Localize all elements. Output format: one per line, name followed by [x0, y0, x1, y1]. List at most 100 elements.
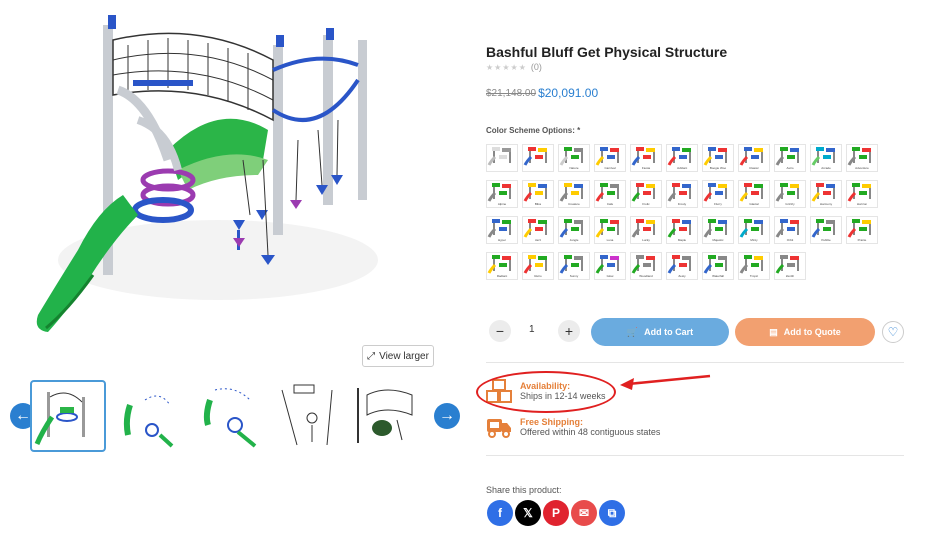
thumbnail-4[interactable] — [272, 380, 348, 452]
color-swatch[interactable]: Frolic — [630, 180, 662, 208]
color-swatch[interactable]: Zenith — [774, 252, 806, 280]
swatch-label: Adventure — [855, 166, 869, 170]
color-swatch[interactable]: Arcade — [810, 144, 842, 172]
arrow-right-icon[interactable]: → — [434, 403, 460, 429]
facebook-share-icon[interactable]: f — [487, 500, 513, 526]
color-swatch[interactable]: Nature — [558, 144, 590, 172]
color-swatch[interactable] — [486, 144, 518, 172]
swatch-label: Sunny — [569, 274, 579, 278]
color-swatch[interactable]: Flurry — [702, 180, 734, 208]
product-title: Bashful Bluff Get Physical Structure — [486, 44, 728, 60]
add-to-quote-label: Add to Quote — [783, 327, 841, 337]
thumbnail-3[interactable] — [190, 380, 266, 452]
swatch-thumbnail — [811, 147, 835, 166]
color-swatch[interactable] — [522, 144, 554, 172]
color-swatch[interactable]: Jungle — [558, 216, 590, 244]
color-swatch[interactable]: Sunny — [558, 252, 590, 280]
color-swatch[interactable]: Boogie Woo — [702, 144, 734, 172]
quantity-increase-button[interactable]: + — [558, 320, 580, 342]
swatch-thumbnail — [667, 147, 691, 166]
color-swatch[interactable]: Cafe — [594, 180, 626, 208]
swatch-thumbnail — [595, 255, 619, 274]
swatch-label: Waterfall — [712, 274, 724, 278]
swatch-thumbnail — [703, 255, 727, 274]
swatch-label: Luna — [606, 238, 614, 242]
color-swatch[interactable]: Prairie — [846, 216, 878, 244]
swatch-label: Jazz — [534, 238, 542, 242]
rating[interactable]: ★★★★★ (0) — [486, 62, 542, 72]
swatch-thumbnail — [631, 183, 655, 202]
color-swatch[interactable]: Zesty — [666, 252, 698, 280]
color-swatch[interactable]: Carnival — [594, 144, 626, 172]
color-swatch[interactable]: Woodland — [630, 252, 662, 280]
heart-icon: ♡ — [887, 325, 899, 339]
color-swatch[interactable]: Fiesta — [630, 144, 662, 172]
view-larger-button[interactable]: ⤢ View larger — [362, 345, 434, 367]
color-swatch[interactable]: Pebble — [810, 216, 842, 244]
color-swatch[interactable]: Bliss — [522, 180, 554, 208]
color-swatch[interactable]: Frosty — [666, 180, 698, 208]
color-swatch[interactable]: Jazz — [522, 216, 554, 244]
color-swatch[interactable]: Orbit — [774, 216, 806, 244]
divider — [486, 362, 904, 363]
add-to-quote-button[interactable]: ▤ Add to Quote — [735, 318, 875, 346]
color-swatch[interactable]: Horizon — [846, 180, 878, 208]
swatch-thumbnail — [775, 183, 799, 202]
color-swatch[interactable]: Hyper — [486, 216, 518, 244]
color-swatch[interactable]: Luna — [594, 216, 626, 244]
wishlist-button[interactable]: ♡ — [882, 321, 904, 343]
color-swatch[interactable]: Radiant — [486, 252, 518, 280]
swatch-thumbnail — [847, 219, 871, 238]
swatch-label: Jubilant — [676, 166, 688, 170]
color-swatch[interactable]: Creature — [558, 180, 590, 208]
swatch-label: Zesty — [678, 274, 686, 278]
swatch-thumbnail — [595, 183, 619, 202]
quantity-input[interactable]: 1 — [529, 324, 535, 335]
quantity-decrease-button[interactable]: − — [489, 320, 511, 342]
color-swatch[interactable]: Glow — [594, 252, 626, 280]
swatch-thumbnail — [559, 219, 583, 238]
swatch-label: Lucky — [642, 238, 650, 242]
pinterest-share-icon[interactable]: P — [543, 500, 569, 526]
swatch-thumbnail — [667, 219, 691, 238]
swatch-thumbnail — [739, 255, 763, 274]
color-swatch[interactable]: Grizzly — [774, 180, 806, 208]
color-swatch[interactable]: Adventure — [846, 144, 878, 172]
email-share-icon[interactable]: ✉ — [571, 500, 597, 526]
color-swatch[interactable]: Retro — [522, 252, 554, 280]
color-swatch[interactable]: Harmony — [810, 180, 842, 208]
swatch-label: Majestic — [712, 238, 724, 242]
product-main-image[interactable] — [18, 10, 438, 345]
copy-share-icon[interactable]: ⧉ — [599, 500, 625, 526]
color-swatch[interactable]: Minty — [738, 216, 770, 244]
swatch-label: Nature — [569, 166, 579, 170]
swatch-label: Bliss — [534, 202, 542, 206]
color-swatch[interactable]: Tropic — [738, 252, 770, 280]
cart-icon: 🛒 — [626, 326, 639, 337]
color-swatch[interactable]: Maple — [666, 216, 698, 244]
color-swatch[interactable]: Jubilant — [666, 144, 698, 172]
thumbnail-2[interactable] — [110, 380, 186, 452]
thumbnail-5[interactable] — [352, 380, 428, 452]
add-to-cart-button[interactable]: 🛒 Add to Cart — [591, 318, 729, 346]
swatch-thumbnail — [487, 255, 511, 274]
color-swatch[interactable]: Glacial — [738, 180, 770, 208]
swatch-label: Classic — [749, 166, 759, 170]
truck-icon — [487, 419, 511, 438]
swatch-thumbnail — [775, 219, 799, 238]
color-swatch[interactable]: Astro — [774, 144, 806, 172]
swatch-label: Maple — [677, 238, 687, 242]
thumbnail-1[interactable] — [30, 380, 106, 452]
color-swatch[interactable]: Alpine — [486, 180, 518, 208]
swatch-thumbnail — [847, 183, 871, 202]
color-swatch[interactable]: Classic — [738, 144, 770, 172]
add-to-cart-label: Add to Cart — [644, 327, 694, 337]
color-swatch[interactable]: Majestic — [702, 216, 734, 244]
color-swatch[interactable]: Waterfall — [702, 252, 734, 280]
swatch-label: Retro — [534, 274, 542, 278]
swatch-thumbnail — [703, 219, 727, 238]
x-share-icon[interactable]: 𝕏 — [515, 500, 541, 526]
swatch-thumbnail — [559, 147, 583, 166]
color-swatch[interactable]: Lucky — [630, 216, 662, 244]
document-icon: ▤ — [769, 326, 778, 337]
